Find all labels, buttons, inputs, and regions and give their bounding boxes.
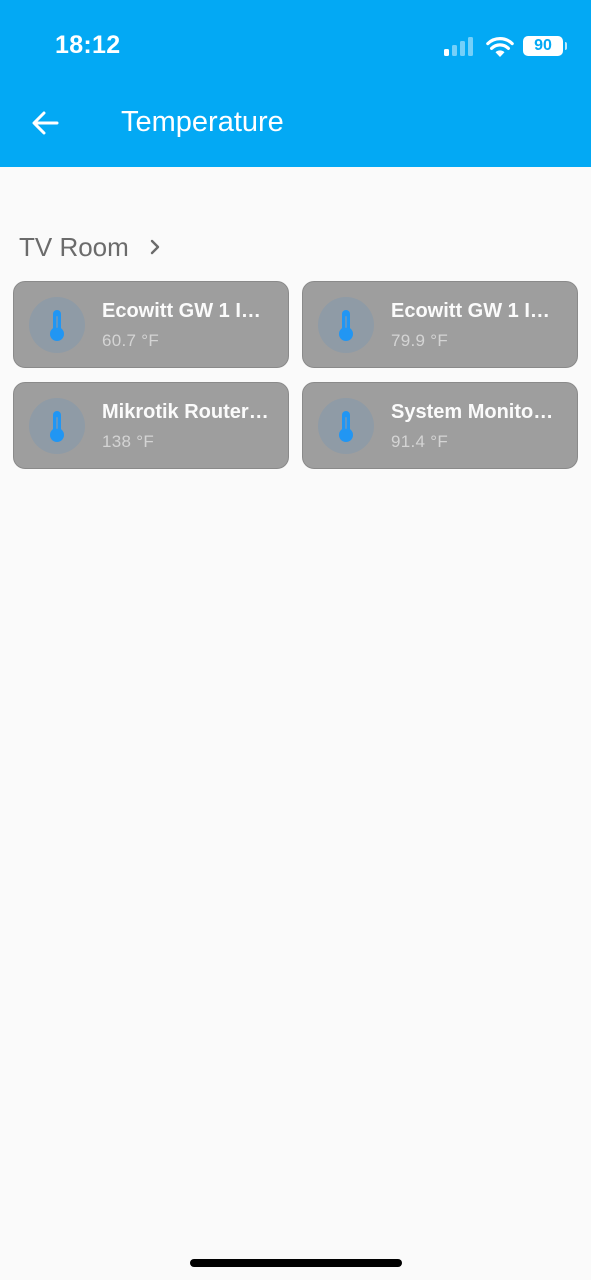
tile-value: 60.7 °F (102, 331, 160, 350)
tile-name: Mikrotik Router Temperature (102, 401, 270, 423)
thermometer-icon (50, 310, 64, 341)
entity-tile[interactable]: Ecowitt GW 1 Indoor Temperature 60.7 °F (13, 281, 289, 368)
tile-icon-badge[interactable] (318, 297, 374, 353)
section-header-tv-room[interactable]: TV Room (19, 230, 163, 264)
cellular-signal-icon (444, 37, 473, 56)
home-indicator[interactable] (190, 1259, 402, 1267)
tile-name: Ecowitt GW 1 Indoor Temperature (391, 300, 559, 322)
thermometer-icon (339, 411, 353, 442)
tile-value: 138 °F (102, 432, 155, 451)
section-title: TV Room (19, 231, 129, 262)
tile-name: System Monitor Temperature (391, 401, 559, 423)
battery-level: 90 (534, 37, 552, 54)
entity-tile[interactable]: System Monitor Temperature 91.4 °F (302, 382, 578, 469)
screen: 18:12 90 Temperature TV Room Ecowitt GW … (0, 0, 591, 1280)
thermometer-icon (339, 310, 353, 341)
battery-indicator: 90 (523, 36, 567, 56)
chevron-right-icon (150, 239, 160, 255)
entity-tile[interactable]: Mikrotik Router Temperature 138 °F (13, 382, 289, 469)
tile-icon-badge[interactable] (29, 297, 85, 353)
thermometer-icon (50, 411, 64, 442)
page-title: Temperature (121, 106, 284, 138)
tile-name: Ecowitt GW 1 Indoor Temperature (102, 300, 270, 322)
tile-icon-badge[interactable] (318, 398, 374, 454)
entity-grid: Ecowitt GW 1 Indoor Temperature 60.7 °F … (13, 281, 578, 469)
status-icons: 90 (444, 34, 567, 58)
tile-icon-badge[interactable] (29, 398, 85, 454)
back-button[interactable] (28, 106, 62, 140)
arrow-left-icon (32, 111, 59, 135)
app-bar: 18:12 90 Temperature (0, 0, 591, 167)
status-time: 18:12 (55, 31, 121, 59)
wifi-icon (486, 36, 514, 57)
tile-value: 91.4 °F (391, 432, 449, 451)
battery-cap-icon (565, 42, 567, 50)
entity-tile[interactable]: Ecowitt GW 1 Indoor Temperature 79.9 °F (302, 281, 578, 368)
tile-value: 79.9 °F (391, 331, 449, 350)
